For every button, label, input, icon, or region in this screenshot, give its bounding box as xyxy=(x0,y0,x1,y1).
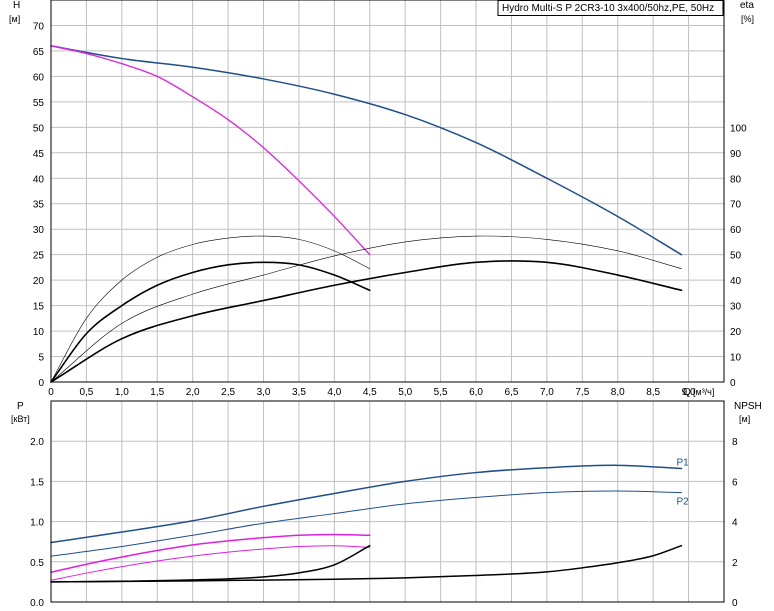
x-tick-label: 0,5 xyxy=(79,387,93,398)
npsh-tick-label: 4 xyxy=(732,518,738,529)
x-tick-label: 4,0 xyxy=(327,387,341,398)
power-tick-label: 0.0 xyxy=(30,598,44,609)
eta-tick-label: 90 xyxy=(730,149,742,160)
head-axis-ticks: 0 5 10 15 20 25 30 35 40 45 50 55 60 65 70 xyxy=(33,21,45,389)
head-tick-label: 70 xyxy=(33,21,45,32)
series-line-head-magenta xyxy=(50,45,371,256)
head-tick-label: 65 xyxy=(33,47,45,58)
power-axis-ticks: 0.0 0.5 1.0 1.5 2.0 xyxy=(30,437,44,609)
x-tick-label: 6,0 xyxy=(469,387,483,398)
series-line-P2 xyxy=(50,490,682,557)
head-tick-label: 35 xyxy=(33,200,45,211)
lower-curves xyxy=(50,464,683,583)
eta-tick-label: 60 xyxy=(730,225,742,236)
x-tick-label: 2,5 xyxy=(221,387,235,398)
series-line-npsh-part xyxy=(50,544,371,583)
head-tick-label: 60 xyxy=(33,72,45,83)
eta-tick-label: 80 xyxy=(730,174,742,185)
pump-performance-chart: 0510152025303540455055606570 01020304050… xyxy=(9,0,762,609)
eta-tick-label: 100 xyxy=(730,123,747,134)
npsh-tick-label: 8 xyxy=(732,437,738,448)
eta-tick-label: 0 xyxy=(730,378,736,389)
head-tick-label: 50 xyxy=(33,123,45,134)
x-tick-label: 8,5 xyxy=(646,387,660,398)
series-label-p2: P2 xyxy=(676,497,689,508)
eta-tick-label: 10 xyxy=(730,353,742,364)
npsh-tick-label: 6 xyxy=(732,477,738,488)
eta-axis-unit: [%] xyxy=(741,14,754,24)
x-tick-label: 5,0 xyxy=(398,387,412,398)
x-tick-label: 6,5 xyxy=(505,387,519,398)
power-tick-label: 2.0 xyxy=(30,437,44,448)
x-tick-label: 4,5 xyxy=(363,387,377,398)
upper-grid xyxy=(50,0,725,383)
eta-axis-label: eta xyxy=(740,0,754,11)
npsh-axis-unit: [м] xyxy=(739,414,750,424)
series-line-eta-part-b xyxy=(50,260,683,383)
series-line-npsh-full xyxy=(50,544,683,583)
npsh-axis-label: NPSH xyxy=(734,401,762,412)
flow-axis-ticks: 0 0,5 1,0 1,5 2,0 2,5 3,0 3,5 4,0 4,5 5,0 5,5 6,0 6,5… xyxy=(48,387,696,398)
x-tick-label: 7,0 xyxy=(540,387,554,398)
head-tick-label: 15 xyxy=(33,302,45,313)
series-line-P1 xyxy=(50,464,683,544)
x-tick-label: 3,0 xyxy=(257,387,271,398)
series-line-P2-part xyxy=(50,545,371,581)
head-tick-label: 20 xyxy=(33,276,45,287)
eta-axis-ticks: 0 10 20 30 40 50 60 70 80 90 100 xyxy=(730,123,747,389)
eta-tick-label: 50 xyxy=(730,251,742,262)
flow-axis-unit: [м³/ч] xyxy=(693,387,714,397)
series-label-p1: P1 xyxy=(676,458,689,469)
x-tick-label: 1,5 xyxy=(150,387,164,398)
x-tick-label: 8,0 xyxy=(611,387,625,398)
x-tick-label: 0 xyxy=(48,387,54,398)
series-line-head-blue xyxy=(50,45,683,256)
head-tick-label: 0 xyxy=(38,378,44,389)
series-line-eta-part-a xyxy=(50,235,682,383)
head-tick-label: 40 xyxy=(33,174,45,185)
x-tick-label: 2,0 xyxy=(186,387,200,398)
head-tick-label: 55 xyxy=(33,98,45,109)
x-tick-label: 3,5 xyxy=(292,387,306,398)
head-axis-unit: [м] xyxy=(9,14,20,24)
x-tick-label: 5,5 xyxy=(434,387,448,398)
npsh-axis-ticks: 0 2 4 6 8 xyxy=(732,437,738,609)
head-tick-label: 30 xyxy=(33,225,45,236)
head-tick-label: 5 xyxy=(38,353,44,364)
lower-grid xyxy=(50,400,725,603)
chart-title: Hydro Multi-S P 2CR3-10 3x400/50hz,PE, 5… xyxy=(502,3,714,14)
x-tick-label: 7,5 xyxy=(575,387,589,398)
series-labels: P1 P2 xyxy=(676,458,689,508)
head-tick-label: 10 xyxy=(33,327,45,338)
power-tick-label: 1.5 xyxy=(30,477,44,488)
head-axis-label: H xyxy=(13,0,20,11)
power-tick-label: 1.0 xyxy=(30,518,44,529)
eta-tick-label: 70 xyxy=(730,200,742,211)
upper-curves xyxy=(50,45,683,383)
npsh-tick-label: 2 xyxy=(732,558,738,569)
power-axis-unit: [кВт] xyxy=(11,414,30,424)
power-axis-label: P xyxy=(17,401,24,412)
flow-axis-label: Q xyxy=(683,387,691,398)
eta-tick-label: 40 xyxy=(730,276,742,287)
series-line-P1-part xyxy=(50,533,371,573)
series-line-eta-full-a xyxy=(50,235,371,383)
x-tick-label: 1,0 xyxy=(115,387,129,398)
eta-tick-label: 20 xyxy=(730,327,742,338)
head-tick-label: 45 xyxy=(33,149,45,160)
power-tick-label: 0.5 xyxy=(30,558,44,569)
upper-plot-frame xyxy=(50,0,725,383)
npsh-tick-label: 0 xyxy=(732,598,738,609)
lower-plot-frame xyxy=(50,400,725,603)
head-tick-label: 25 xyxy=(33,251,45,262)
eta-tick-label: 30 xyxy=(730,302,742,313)
